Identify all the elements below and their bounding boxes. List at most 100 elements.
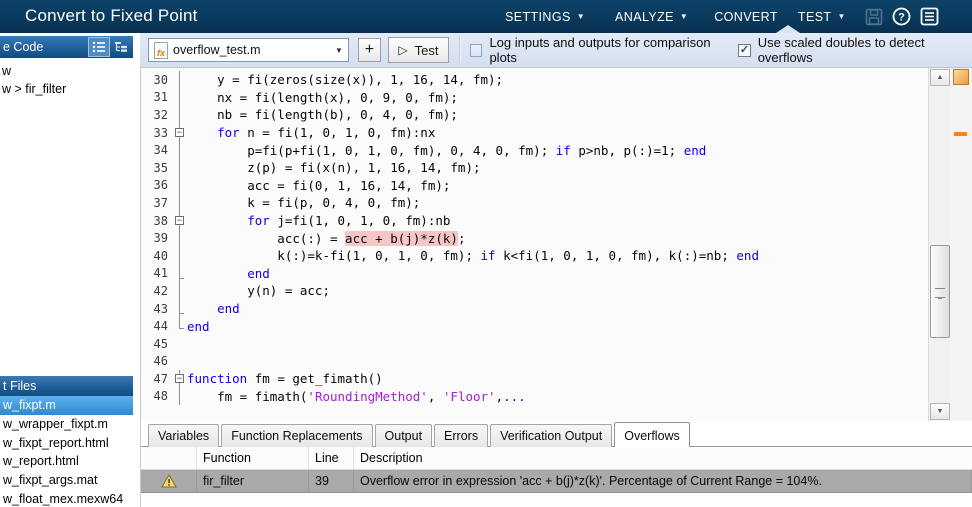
tree-item[interactable]: w > fir_filter [0,80,133,98]
code-line-47[interactable]: 47− function fm = get_fimath() [141,370,928,388]
menu-convert[interactable]: CONVERT [714,10,778,24]
code-fold-icon[interactable]: − [173,123,187,142]
main-toolbar: fx overflow_test.m ▼ + ▷ Test Log inputs… [140,25,972,68]
menu-icon[interactable] [920,7,939,26]
page-title: Convert to Fixed Point [25,6,198,25]
scaled-doubles-label: Use scaled doubles to detect overflows [757,35,925,65]
file-item[interactable]: w_fixpt_report.html [0,434,133,453]
code-text: y = fi(zeros(size(x)), 1, 16, 14, fm); [187,72,504,88]
code-text: acc = fi(0, 1, 16, 14, fm); [187,177,451,193]
code-line-32[interactable]: 32 nb = fi(length(b), 0, 4, 0, fm); [141,106,928,124]
tab-variables[interactable]: Variables [148,424,220,447]
list-view-icon[interactable] [88,37,110,57]
tab-verification-output[interactable]: Verification Output [490,424,613,447]
source-tree: ww > fir_filter [0,62,133,98]
output-files-panel-header: t Files [0,376,133,396]
icon-column-header [141,447,197,469]
code-line-46[interactable]: 46 [141,353,928,371]
line-number: 34 [153,143,168,158]
code-text: nx = fi(length(x), 0, 9, 0, fm); [187,89,458,105]
code-line-43[interactable]: 43 end [141,299,928,318]
overflow-table-header: Function Line Description [141,447,972,470]
code-fold-guide [173,194,187,212]
code-lines: 30 y = fi(zeros(size(x)), 1, 16, 14, fm)… [141,68,928,421]
line-number: 48 [153,389,168,404]
overflow-line-marker[interactable] [954,132,967,136]
line-number: 41 [153,266,168,281]
file-item[interactable]: w_float_mex.mexw64 [0,490,133,507]
code-line-48[interactable]: 48 fm = fimath('RoundingMethod', 'Floor'… [141,387,928,406]
table-row[interactable]: fir_filter 39 Overflow error in expression… [141,470,972,493]
save-icon[interactable] [865,8,883,26]
menu-analyze[interactable]: ANALYZE ▼ [615,10,688,24]
entry-point-file-selector[interactable]: fx overflow_test.m ▼ [148,38,349,62]
file-item[interactable]: w_fixpt.m [0,396,133,415]
scaled-doubles-checkbox[interactable]: ✓ [738,43,751,57]
code-fold-guide [173,158,187,177]
bottom-panel: Variables Function Replacements Output Erro… [140,421,972,507]
convert-to-fixed-point-window: Convert to Fixed Point SETTINGS ▼ ANALYZE ▼… [0,0,972,507]
code-text: z(p) = fi(x(n), 1, 16, 14, fm); [187,160,481,176]
line-number: 39 [153,231,168,246]
line-number: 30 [153,72,168,87]
result-tabs: Variables Function Replacements Output Erro… [141,421,972,447]
line-number: 32 [153,107,168,122]
code-fold-icon[interactable]: − [173,370,187,388]
code-line-40[interactable]: 40 k(:)=k-fi(1, 0, 1, 0, fm); if k<fi(1,… [141,246,928,265]
code-line-42[interactable]: 42 y(n) = acc; [141,282,928,300]
menu-label: ANALYZE [615,9,674,24]
help-icon[interactable]: ? [892,7,911,26]
code-text: y(n) = acc; [187,283,330,299]
svg-text:?: ? [898,12,905,24]
warning-icon [141,470,197,492]
code-line-44[interactable]: 44 end [141,317,928,335]
code-fold-guide [173,317,187,335]
row-line-cell: 39 [309,470,354,492]
source-code-header-label: e Code [3,40,44,54]
code-line-41[interactable]: 41 end [141,264,928,283]
code-line-30[interactable]: 30 y = fi(zeros(size(x)), 1, 16, 14, fm)… [141,71,928,89]
tab-output[interactable]: Output [374,424,433,447]
message-indicator-strip [950,68,972,421]
code-text: p=fi(p+fi(1, 0, 1, 0, fm), 0, 4, 0, fm);… [187,142,707,158]
code-line-35[interactable]: 35 z(p) = fi(x(n), 1, 16, 14, fm); [141,158,928,177]
file-item[interactable]: w_wrapper_fixpt.m [0,415,133,434]
code-line-34[interactable]: 34 p=fi(p+fi(1, 0, 1, 0, fm), 0, 4, 0, f… [141,141,928,159]
code-fold-guide [173,88,187,107]
file-item[interactable]: w_fixpt_args.mat [0,471,133,490]
code-text: for j=fi(1, 0, 1, 0, fm):nb [247,213,451,229]
scaled-doubles-checkbox-group: ✓ Use scaled doubles to detect overflows [729,35,972,65]
tree-view-icon[interactable] [111,38,131,56]
line-number: 46 [153,354,168,369]
test-button[interactable]: ▷ Test [387,37,449,63]
scroll-down-icon[interactable]: ▼ [930,403,950,420]
scroll-up-icon[interactable]: ▲ [930,69,950,86]
code-line-38[interactable]: 38− for j=fi(1, 0, 1, 0, fm):nb [141,211,928,230]
editor-scrollbar[interactable]: ▲ ▼ [928,68,950,421]
code-text: end [187,318,210,334]
code-fold-guide [173,71,187,89]
add-file-button[interactable]: + [357,38,381,62]
menu-test[interactable]: TEST ▼ [798,10,846,24]
code-fold-guide [173,387,187,406]
code-line-45[interactable]: 45 [141,335,928,353]
code-text: acc(:) = acc + b(j)*z(k); [187,230,466,246]
code-line-31[interactable]: 31 nx = fi(length(x), 0, 9, 0, fm); [141,88,928,107]
log-inputs-checkbox[interactable] [470,43,483,57]
sidebar: e Code ww > fir_filter t Files w_fixpt.m… [0,33,133,507]
code-line-36[interactable]: 36 acc = fi(0, 1, 16, 14, fm); [141,176,928,195]
tab-function-replacements[interactable]: Function Replacements [221,424,373,447]
tree-item[interactable]: w [0,62,133,80]
tab-overflows[interactable]: Overflows [614,422,690,447]
code-fold-icon[interactable]: − [173,211,187,230]
code-line-39[interactable]: 39 acc(:) = acc + b(j)*z(k); [141,229,928,247]
code-line-33[interactable]: 33− for n = fi(1, 0, 1, 0, fm):nx [141,123,928,142]
menu-settings[interactable]: SETTINGS ▼ [505,10,585,24]
file-item[interactable]: w_report.html [0,452,133,471]
output-file-list: w_fixpt.m w_wrapper_fixpt.m w_fixpt_report… [0,396,133,507]
analyzer-summary-icon[interactable] [953,69,969,85]
code-line-37[interactable]: 37 k = fi(p, 0, 4, 0, fm); [141,194,928,212]
tab-errors[interactable]: Errors [434,424,489,447]
scrollbar-thumb[interactable] [930,245,950,338]
menu-label: SETTINGS [505,9,571,24]
